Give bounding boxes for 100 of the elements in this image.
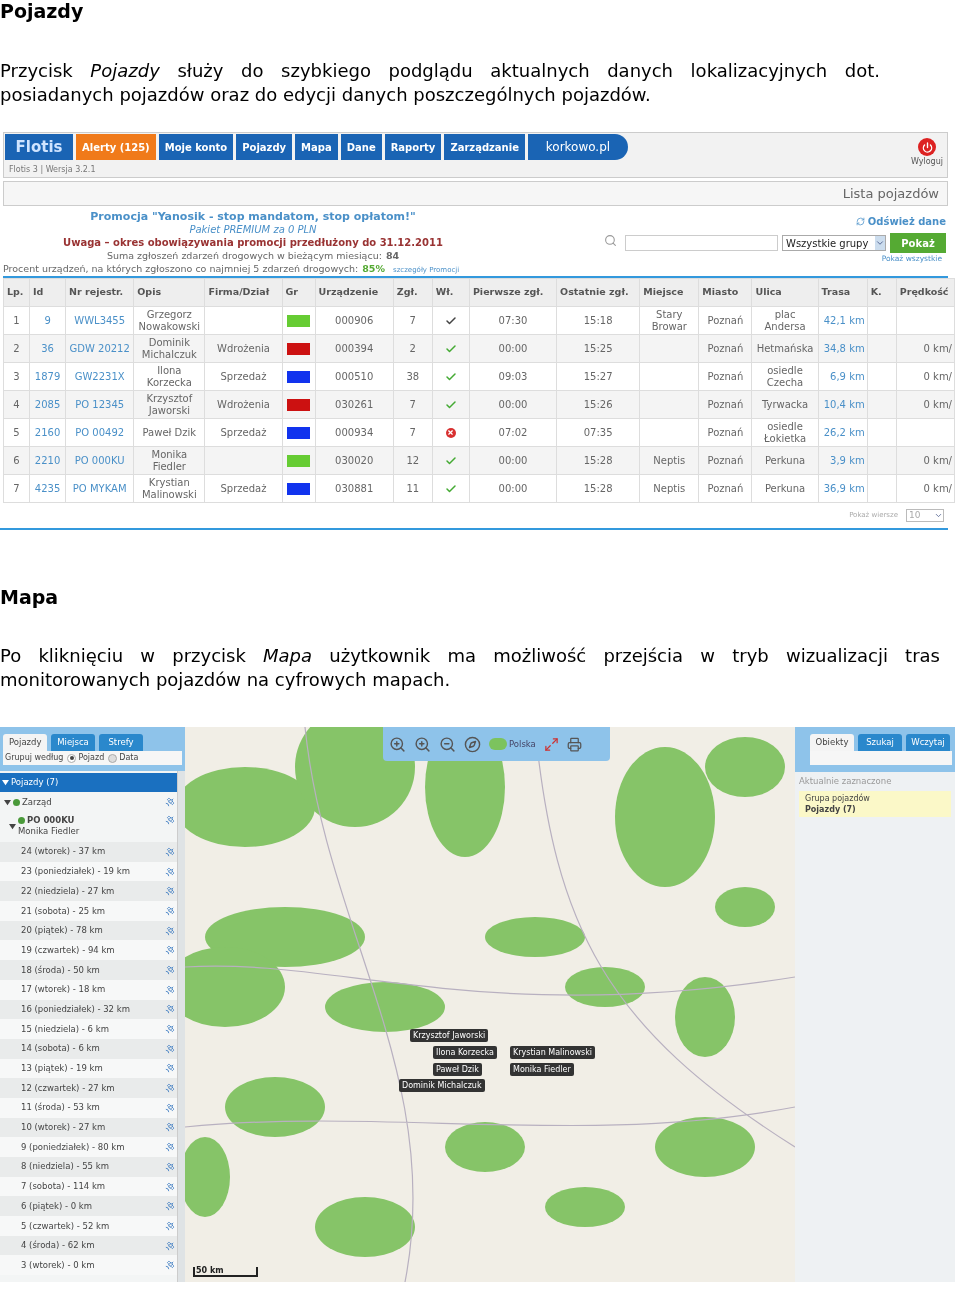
satellite-icon[interactable] <box>165 1063 175 1074</box>
satellite-icon[interactable] <box>165 984 175 995</box>
app-logo[interactable]: Flotis <box>5 134 73 160</box>
table-cell: 15:25 <box>583 342 613 354</box>
vehicle-label[interactable]: PO 000KU <box>27 815 75 826</box>
compass-icon[interactable] <box>464 735 481 753</box>
panel-tab[interactable]: Miejsca <box>51 734 95 751</box>
table-cell: 07:30 <box>498 314 528 326</box>
satellite-icon[interactable] <box>165 1024 175 1035</box>
satellite-icon[interactable] <box>165 925 175 936</box>
satellite-icon[interactable] <box>165 964 175 975</box>
table-cell: Perkuna <box>764 482 806 494</box>
table-cell: Monika Fiedler <box>151 448 188 472</box>
expand-arrow-icon[interactable] <box>2 779 9 786</box>
nav-tab[interactable]: Dane <box>340 134 382 160</box>
satellite-icon[interactable] <box>165 1240 175 1251</box>
table-link[interactable]: 9 <box>44 314 51 326</box>
vehicle-marker-label[interactable]: Paweł Dzik <box>433 1063 482 1076</box>
radio-button[interactable] <box>67 753 77 763</box>
vehicle-marker-label[interactable]: Monika Fiedler <box>510 1063 574 1076</box>
table-cell: 11 <box>406 482 420 494</box>
satellite-icon[interactable] <box>165 1201 175 1212</box>
radio-option[interactable]: Data <box>108 752 139 764</box>
panel-tab[interactable]: Pojazdy <box>3 734 47 751</box>
satellite-icon[interactable] <box>165 866 175 877</box>
panel-tab[interactable]: Wczytaj <box>906 734 950 751</box>
table-cell: 0 km/ <box>923 482 952 494</box>
table-cell: 1 <box>13 314 20 326</box>
table-cell: 7 <box>13 482 20 494</box>
column-header: Id <box>29 278 66 307</box>
region-button[interactable]: Polska <box>489 737 536 751</box>
vehicle-marker-label[interactable]: Dominik Michalczuk <box>399 1079 485 1092</box>
satellite-icon[interactable] <box>165 1161 175 1172</box>
tree-header[interactable]: Pojazdy (7) <box>0 773 177 792</box>
satellite-icon[interactable] <box>165 1260 175 1271</box>
scrollbar[interactable] <box>177 771 185 1282</box>
table-cell: 000934 <box>335 426 374 438</box>
vehicle-marker-label[interactable]: Krzysztof Jaworski <box>410 1029 489 1042</box>
column-header: Trasa <box>818 278 868 307</box>
nav-tab[interactable]: Pojazdy <box>236 134 293 160</box>
fullscreen-icon[interactable] <box>543 736 559 752</box>
zoom-in-icon[interactable] <box>414 735 431 753</box>
scale-bar: 50 km <box>193 1267 258 1277</box>
expand-arrow-icon[interactable] <box>4 798 11 806</box>
print-icon[interactable] <box>566 736 582 752</box>
satellite-icon[interactable] <box>165 886 175 897</box>
column-header: Opis <box>133 278 205 307</box>
table-cell: Poznań <box>707 398 744 410</box>
table-cell: 000510 <box>335 370 374 382</box>
version-label: Flotis 3 | Wersja 3.2.1 <box>9 164 96 176</box>
satellite-icon[interactable] <box>165 1142 175 1153</box>
zoom-out-icon[interactable] <box>439 735 456 753</box>
satellite-icon[interactable] <box>165 905 175 916</box>
panel-tab[interactable]: Szukaj <box>858 734 902 751</box>
nav-tab[interactable]: Mapa <box>295 134 338 160</box>
column-header: K. <box>867 278 897 307</box>
vehicle-marker-label[interactable]: Ilona Korzecka <box>433 1046 497 1059</box>
satellite-icon[interactable] <box>165 1004 175 1015</box>
search-field[interactable] <box>625 235 778 251</box>
table-cell: 00:00 <box>498 482 528 494</box>
satellite-icon[interactable] <box>165 797 175 807</box>
expand-arrow-icon[interactable] <box>9 823 16 830</box>
table-cell: Neptis <box>653 454 686 466</box>
logout-button[interactable]: Wyloguj <box>911 138 943 168</box>
nav-tab[interactable]: Zarządzanie <box>444 134 525 160</box>
satellite-icon[interactable] <box>165 1181 175 1192</box>
section-heading: Pojazdy <box>0 0 84 22</box>
zoom-in-icon[interactable] <box>389 735 406 753</box>
column-header: Nr rejestr. <box>65 278 134 307</box>
tree-item[interactable]: Zarząd <box>22 795 52 809</box>
column-header: Prędkość <box>896 278 955 307</box>
table-link[interactable]: 36 <box>41 342 54 354</box>
panel-tab[interactable]: Obiekty <box>810 734 854 751</box>
satellite-icon[interactable] <box>165 1043 175 1054</box>
vehicle-marker-label[interactable]: Krystian Malinowski <box>510 1046 596 1059</box>
satellite-icon[interactable] <box>165 846 175 857</box>
search-icon <box>604 233 617 247</box>
table-cell: 0 km/ <box>923 370 952 382</box>
satellite-icon[interactable] <box>165 1122 175 1133</box>
promo-subtitle: Pakiet PREMIUM za 0 PLN <box>189 223 317 236</box>
refresh-link[interactable]: Odśwież dane <box>855 214 946 229</box>
satellite-icon[interactable] <box>165 945 175 956</box>
power-icon <box>918 138 936 156</box>
satellite-icon[interactable] <box>165 815 175 825</box>
tree-label: Pojazdy (7) <box>11 776 59 789</box>
column-header: Pierwsze zgł. <box>469 278 557 307</box>
group-select[interactable]: Wszystkie grupy <box>782 235 886 251</box>
section-heading: Mapa <box>0 586 59 608</box>
brand-link[interactable]: korkowo.pl <box>527 134 628 160</box>
nav-tab[interactable]: Moje konto <box>158 134 234 160</box>
radio-button[interactable] <box>108 753 118 763</box>
map-drawing[interactable] <box>185 727 795 1282</box>
table-cell: 4 <box>13 398 20 410</box>
panel-tab[interactable]: Strefy <box>99 734 143 751</box>
satellite-icon[interactable] <box>165 1220 175 1231</box>
nav-tab[interactable]: Raporty <box>384 134 442 160</box>
satellite-icon[interactable] <box>165 1083 175 1094</box>
satellite-icon[interactable] <box>165 1102 175 1113</box>
radio-option[interactable]: Pojazd <box>67 752 105 764</box>
column-header: Miasto <box>698 278 752 307</box>
